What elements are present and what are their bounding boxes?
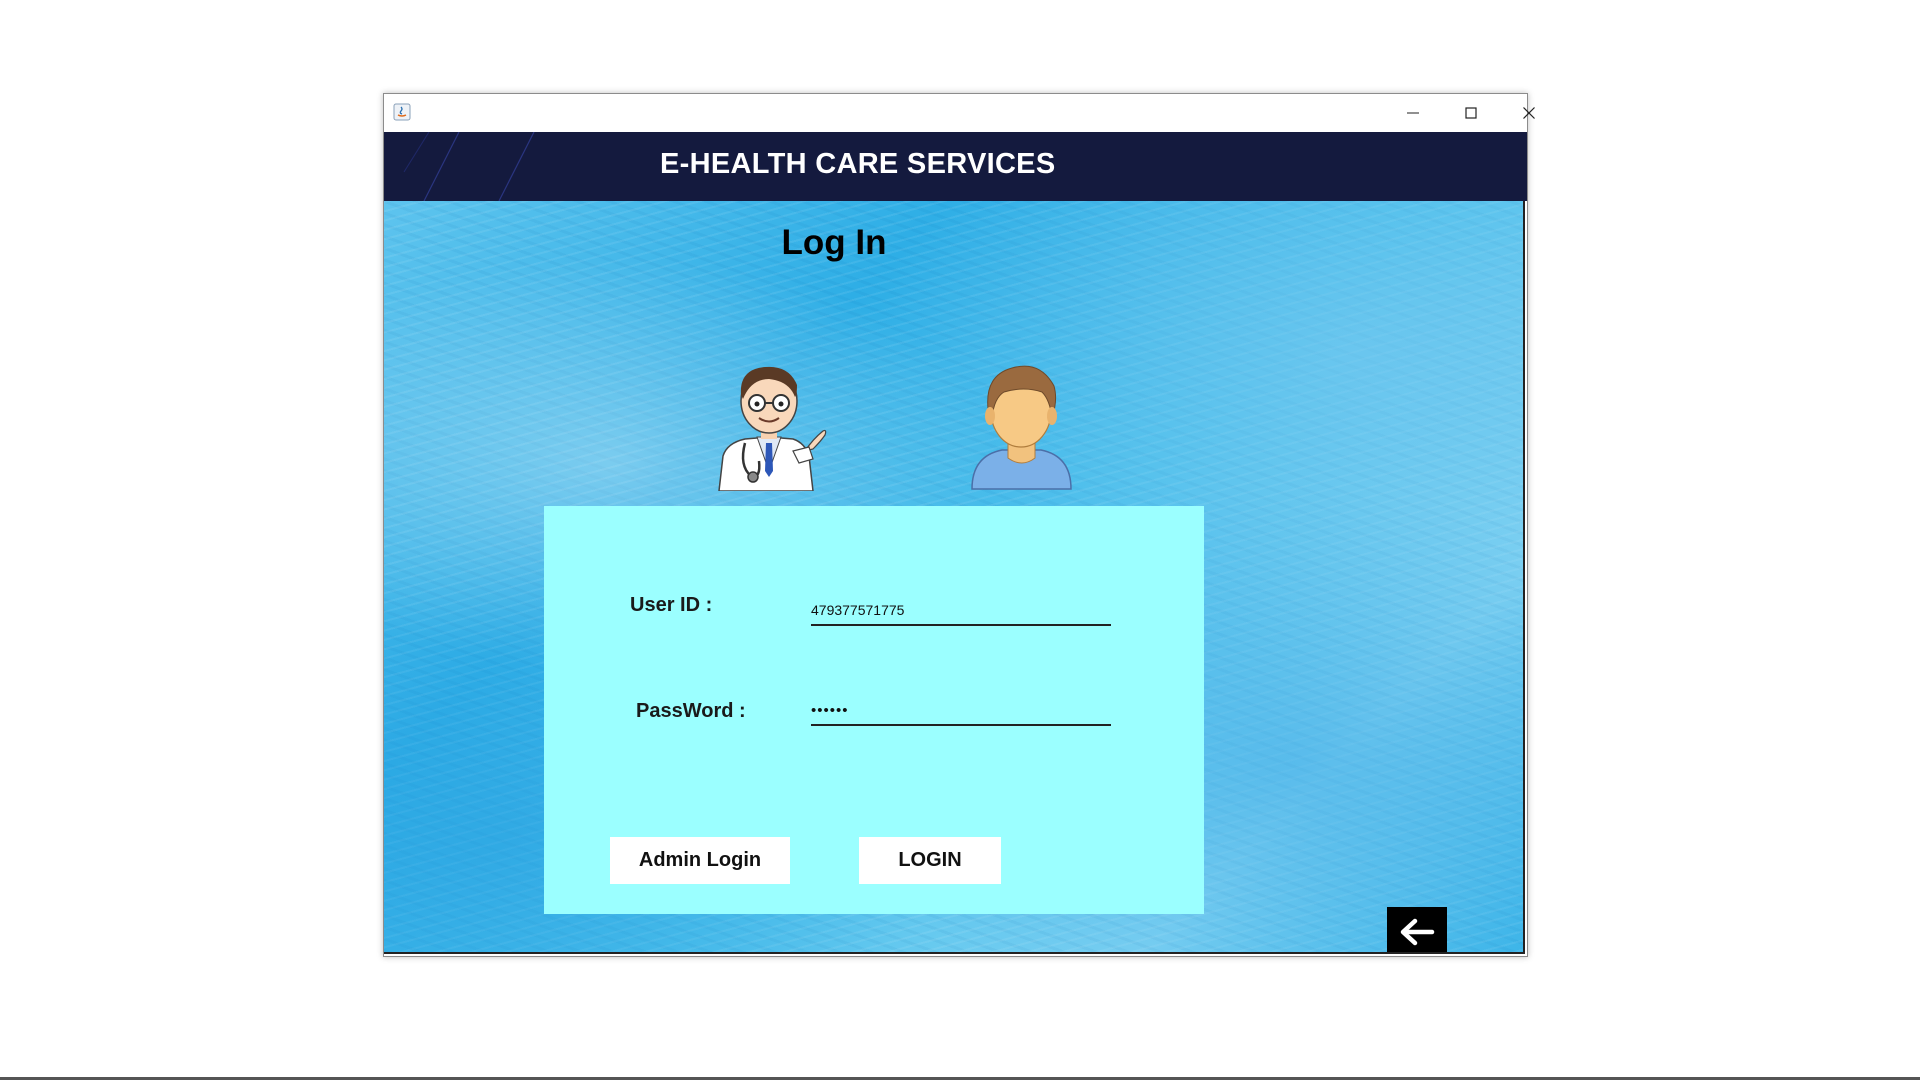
page-title: Log In	[781, 223, 887, 262]
admin-login-button[interactable]: Admin Login	[610, 837, 790, 884]
minimize-button[interactable]	[1384, 94, 1442, 132]
login-panel: User ID : PassWord : Admin Login LOGIN	[544, 506, 1204, 914]
login-button[interactable]: LOGIN	[859, 837, 1001, 884]
patient-avatar-icon	[971, 365, 1072, 490]
user-id-input[interactable]	[811, 596, 1111, 626]
back-button[interactable]	[1387, 907, 1447, 952]
close-button[interactable]	[1500, 94, 1558, 132]
close-icon	[1523, 107, 1535, 119]
maximize-icon	[1465, 107, 1477, 119]
app-window: E-HEALTH CARE SERVICES Log In User ID: …	[383, 93, 1535, 957]
header-decoration	[403, 132, 535, 201]
app-header: E-HEALTH CARE SERVICES	[384, 132, 1527, 201]
arrow-left-icon	[1400, 918, 1435, 946]
user-id-label: User ID :	[630, 594, 713, 616]
password-label: PassWord :	[636, 700, 746, 722]
java-app-icon	[393, 103, 411, 121]
minimize-icon	[1407, 112, 1419, 114]
maximize-button[interactable]	[1442, 94, 1500, 132]
login-screen: Log In User ID: 479377571775 PassWord:…	[384, 201, 1525, 954]
app-title: E-HEALTH CARE SERVICES	[660, 148, 1056, 180]
window-titlebar[interactable]	[384, 94, 1535, 132]
password-input[interactable]	[811, 696, 1111, 726]
doctor-illustration-icon	[718, 366, 827, 491]
